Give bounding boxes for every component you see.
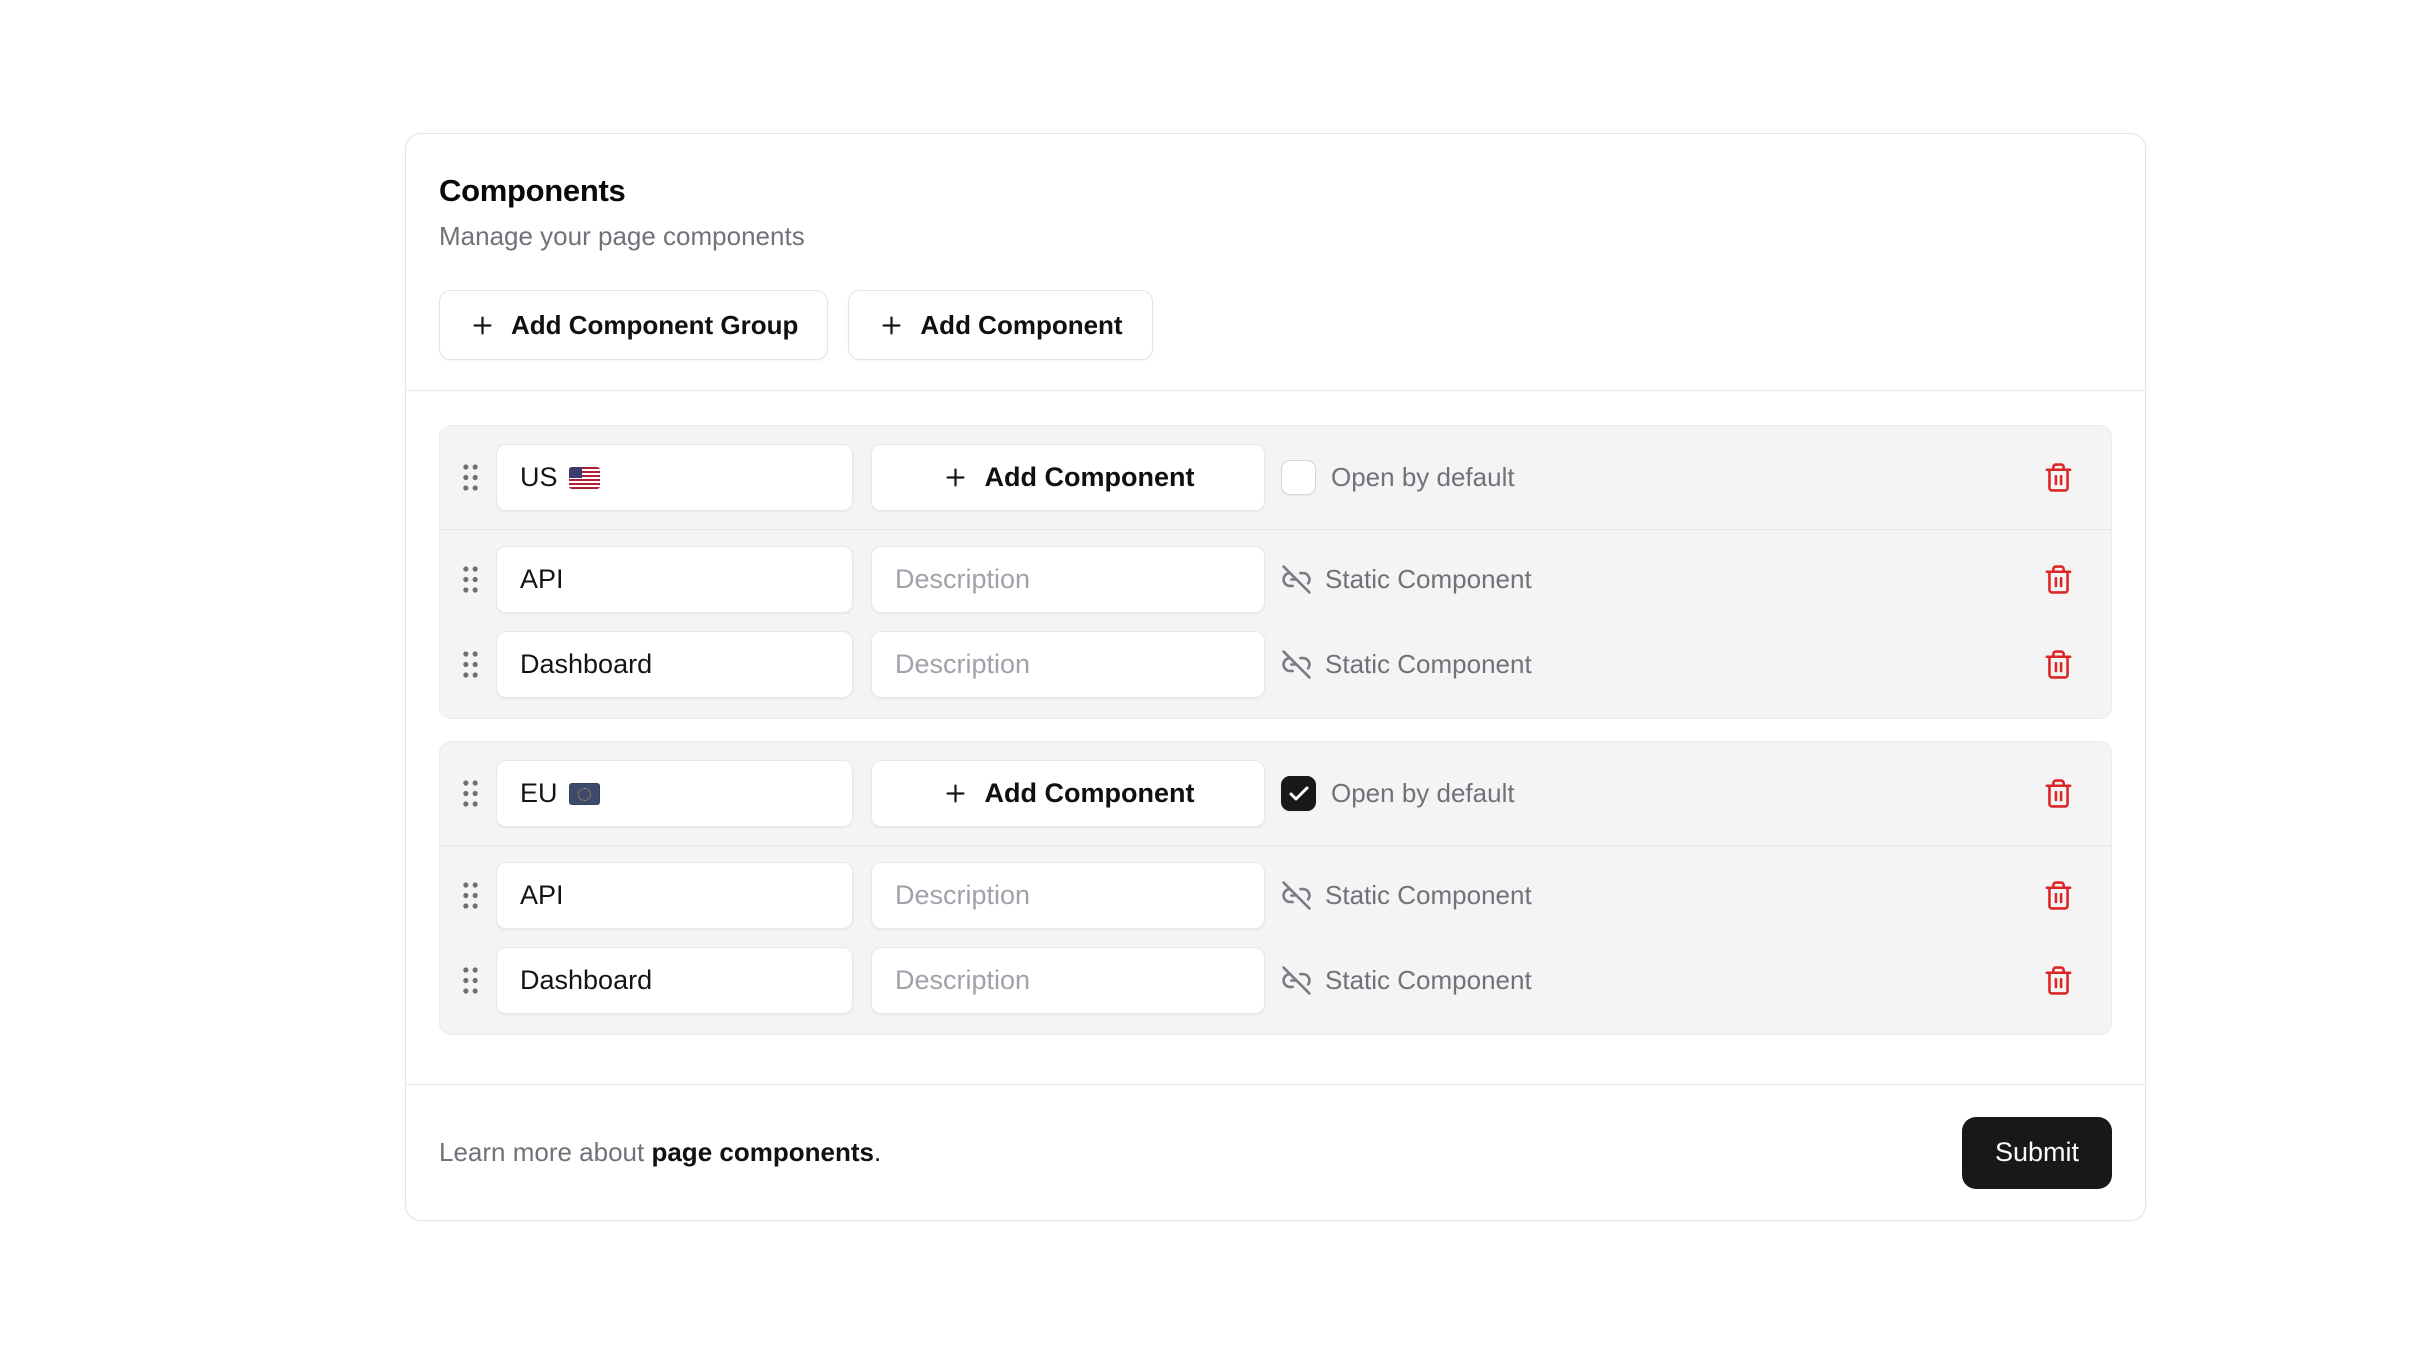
component-name-input[interactable]	[496, 546, 853, 613]
us-flag-icon	[569, 467, 600, 489]
trash-icon	[2043, 880, 2074, 911]
group-add-component-button[interactable]: Add Component	[871, 760, 1265, 827]
open-by-default-checkbox[interactable]	[1281, 776, 1316, 811]
delete-component-button[interactable]	[2037, 875, 2079, 917]
add-component-group-label: Add Component Group	[511, 310, 798, 341]
drag-handle-icon[interactable]	[460, 564, 481, 595]
learn-more-text: Learn more about page components.	[439, 1137, 881, 1168]
drag-handle-icon[interactable]	[460, 462, 481, 493]
static-component-label: Static Component	[1325, 880, 1532, 911]
component-name-input[interactable]	[496, 862, 853, 929]
component-description-input[interactable]	[871, 862, 1265, 929]
drag-handle-icon[interactable]	[460, 965, 481, 996]
static-component-label: Static Component	[1325, 649, 1532, 680]
plus-icon	[469, 312, 496, 339]
trash-icon	[2043, 649, 2074, 680]
learn-more-prefix: Learn more about	[439, 1137, 651, 1167]
delete-component-button[interactable]	[2037, 644, 2079, 686]
page-components-link[interactable]: page components	[651, 1137, 873, 1167]
component-row: Static Component	[460, 631, 2091, 698]
component-group: EU Add Component Open by default	[439, 741, 2112, 1035]
trash-icon	[2043, 564, 2074, 595]
component-name-input[interactable]	[496, 631, 853, 698]
static-component-indicator: Static Component	[1281, 564, 1532, 595]
component-group: US Add Component Open by default	[439, 425, 2112, 719]
component-description-input[interactable]	[871, 947, 1265, 1014]
group-add-component-label: Add Component	[985, 462, 1195, 493]
plus-icon	[942, 780, 969, 807]
eu-flag-icon	[569, 783, 600, 805]
learn-more-suffix: .	[874, 1137, 881, 1167]
plus-icon	[878, 312, 905, 339]
drag-handle-icon[interactable]	[460, 880, 481, 911]
link-off-icon	[1281, 880, 1312, 911]
static-component-indicator: Static Component	[1281, 649, 1532, 680]
trash-icon	[2043, 778, 2074, 809]
plus-icon	[942, 464, 969, 491]
submit-button[interactable]: Submit	[1962, 1117, 2112, 1189]
open-by-default-label: Open by default	[1331, 778, 1515, 809]
link-off-icon	[1281, 564, 1312, 595]
component-name-input[interactable]	[496, 947, 853, 1014]
static-component-label: Static Component	[1325, 965, 1532, 996]
component-group-rows: Static Component Static Component	[440, 846, 2111, 1034]
add-component-group-button[interactable]: Add Component Group	[439, 290, 828, 360]
card-header: Components Manage your page components A…	[406, 134, 2145, 391]
add-component-label: Add Component	[920, 310, 1122, 341]
components-card: Components Manage your page components A…	[405, 133, 2146, 1221]
page: { "card": { "title": "Components", "subt…	[0, 0, 2424, 1362]
open-by-default-label: Open by default	[1331, 462, 1515, 493]
card-footer: Learn more about page components. Submit	[406, 1084, 2145, 1220]
trash-icon	[2043, 965, 2074, 996]
trash-icon	[2043, 462, 2074, 493]
page-subtitle: Manage your page components	[439, 219, 2112, 253]
component-row: Static Component	[460, 546, 2091, 613]
add-component-button[interactable]: Add Component	[848, 290, 1152, 360]
delete-group-button[interactable]	[2037, 457, 2079, 499]
static-component-indicator: Static Component	[1281, 880, 1532, 911]
component-row: Static Component	[460, 862, 2091, 929]
group-add-component-label: Add Component	[985, 778, 1195, 809]
component-description-input[interactable]	[871, 546, 1265, 613]
component-group-header: US Add Component Open by default	[440, 426, 2111, 530]
page-title: Components	[439, 172, 2112, 210]
open-by-default-checkbox[interactable]	[1281, 460, 1316, 495]
component-groups-list: US Add Component Open by default	[406, 391, 2145, 1084]
static-component-indicator: Static Component	[1281, 965, 1532, 996]
link-off-icon	[1281, 965, 1312, 996]
component-description-input[interactable]	[871, 631, 1265, 698]
component-group-header: EU Add Component Open by default	[440, 742, 2111, 846]
group-name-input[interactable]: US	[496, 444, 853, 511]
static-component-label: Static Component	[1325, 564, 1532, 595]
delete-group-button[interactable]	[2037, 773, 2079, 815]
group-add-component-button[interactable]: Add Component	[871, 444, 1265, 511]
group-name-input[interactable]: EU	[496, 760, 853, 827]
drag-handle-icon[interactable]	[460, 778, 481, 809]
component-group-rows: Static Component Static Component	[440, 530, 2111, 718]
link-off-icon	[1281, 649, 1312, 680]
component-row: Static Component	[460, 947, 2091, 1014]
check-icon	[1287, 782, 1311, 806]
group-name-value: EU	[520, 778, 558, 809]
drag-handle-icon[interactable]	[460, 649, 481, 680]
delete-component-button[interactable]	[2037, 960, 2079, 1002]
group-name-value: US	[520, 462, 558, 493]
delete-component-button[interactable]	[2037, 559, 2079, 601]
header-actions: Add Component Group Add Component	[439, 290, 2112, 360]
